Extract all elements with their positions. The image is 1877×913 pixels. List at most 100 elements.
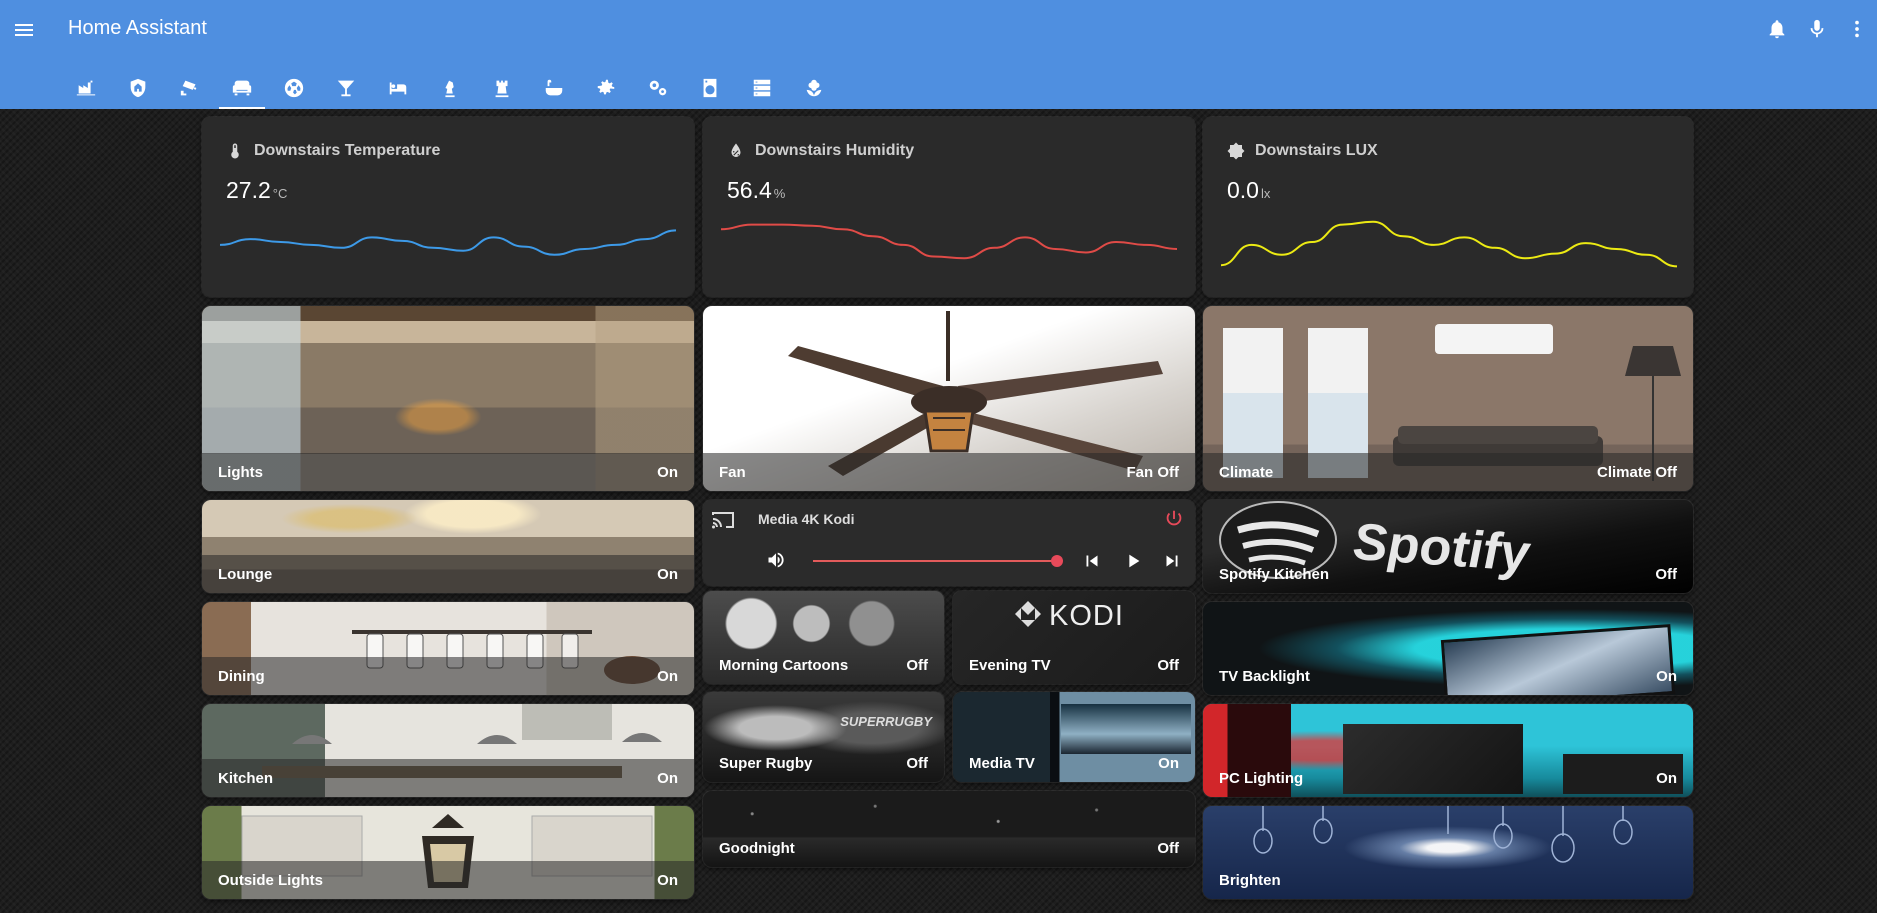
card-state: On: [657, 769, 678, 787]
sparkline-path: [1221, 220, 1677, 268]
card-lights[interactable]: Lights On: [202, 306, 694, 491]
card-spotify-kitchen[interactable]: Spotify Spotify Kitchen Off: [1203, 500, 1693, 593]
play-icon[interactable]: [1122, 550, 1144, 572]
app-title: Home Assistant: [68, 17, 207, 39]
card-state: Off: [1157, 656, 1179, 674]
tab-system[interactable]: [632, 66, 684, 109]
view-tabs: [60, 66, 840, 109]
water-percent-icon: [731, 143, 741, 157]
sensor-card-humidity[interactable]: Downstairs Humidity 56.4%: [703, 117, 1195, 297]
card-name: TV Backlight: [1219, 667, 1310, 685]
card-pc-lighting[interactable]: PC Lighting On: [1203, 704, 1693, 797]
menu-icon[interactable]: [12, 18, 36, 42]
media-player-card[interactable]: Media 4K Kodi: [703, 500, 1195, 586]
card-name: Lounge: [218, 565, 273, 583]
sparkline-path: [220, 229, 676, 256]
card-goodnight[interactable]: Goodnight Off: [703, 791, 1195, 867]
washing-machine-icon: [703, 78, 717, 97]
app-header: Home Assistant: [0, 0, 1877, 109]
card-name: Kitchen: [218, 769, 274, 787]
tab-games[interactable]: [424, 66, 476, 109]
sofa-icon: [232, 80, 252, 95]
tab-lounge[interactable]: [216, 66, 268, 109]
microphone-icon[interactable]: [1805, 16, 1829, 42]
flower-icon: [806, 79, 822, 96]
card-fan[interactable]: Fan Fan Off: [703, 306, 1195, 491]
rugby-brand-text: SUPERRUGBY: [840, 714, 932, 729]
volume-icon[interactable]: [765, 550, 787, 570]
skip-previous-icon[interactable]: [1081, 550, 1103, 572]
cogs-icon: [649, 80, 667, 95]
card-state: On: [657, 463, 678, 481]
card-name: Media TV: [969, 754, 1035, 772]
sensor-card-lux[interactable]: Downstairs LUX 0.0 lx: [1203, 117, 1693, 297]
cast-icon[interactable]: [711, 510, 735, 530]
sensor-value: 27.2: [226, 177, 271, 203]
tab-bedroom[interactable]: [372, 66, 424, 109]
tab-settings[interactable]: [580, 66, 632, 109]
tab-laundry[interactable]: [684, 66, 736, 109]
card-evening-tv[interactable]: KODI Evening TV Off: [953, 591, 1195, 684]
card-climate[interactable]: Climate Climate Off: [1203, 306, 1693, 491]
card-state: On: [657, 871, 678, 889]
card-morning-cartoons[interactable]: Morning Cartoons Off: [703, 591, 944, 684]
sensor-unit: lx: [1260, 186, 1271, 201]
card-state: On: [1158, 754, 1179, 772]
card-state: Off: [906, 754, 928, 772]
card-name: Outside Lights: [218, 871, 323, 889]
overflow-menu-icon[interactable]: [1845, 16, 1869, 42]
tab-bar[interactable]: [320, 66, 372, 109]
temperature-sparkline: [220, 229, 676, 256]
card-brighten[interactable]: Brighten: [1203, 806, 1693, 899]
volume-slider[interactable]: [813, 555, 1063, 567]
sensor-unit: °C: [272, 186, 288, 201]
volume-slider-knob[interactable]: [1050, 555, 1063, 567]
card-name: Morning Cartoons: [719, 656, 849, 674]
card-media-tv[interactable]: Media TV On: [953, 692, 1195, 782]
card-name: Dining: [218, 667, 265, 685]
power-icon[interactable]: [1163, 508, 1185, 530]
card-state: On: [657, 565, 678, 583]
card-state: Climate Off: [1596, 463, 1677, 481]
sensor-name: Downstairs LUX: [1255, 142, 1378, 159]
notifications-bell-icon[interactable]: [1765, 16, 1789, 42]
shield-home-icon: [130, 78, 146, 97]
bathtub-icon: [545, 79, 563, 95]
card-state: On: [657, 667, 678, 685]
tab-bathroom[interactable]: [528, 66, 580, 109]
card-name: Brighten: [1219, 871, 1281, 889]
card-kitchen[interactable]: Kitchen On: [202, 704, 694, 797]
server-icon: [753, 79, 771, 96]
card-name: Spotify Kitchen: [1219, 565, 1330, 583]
chess-knight-icon: [445, 80, 455, 97]
card-super-rugby[interactable]: SUPERRUGBY Super Rugby Off: [703, 692, 944, 782]
thermometer-icon: [231, 143, 239, 159]
cocktail-icon: [337, 80, 355, 96]
factory-icon: [76, 80, 96, 95]
tab-server[interactable]: [736, 66, 788, 109]
sensor-card-temperature[interactable]: Downstairs Temperature 27.2 °C: [202, 117, 694, 297]
card-lounge[interactable]: Lounge On: [202, 500, 694, 593]
card-state: On: [1656, 667, 1677, 685]
tab-cameras[interactable]: [164, 66, 216, 109]
sensor-name: Downstairs Temperature: [254, 142, 441, 159]
card-outside-lights[interactable]: Outside Lights On: [202, 806, 694, 899]
card-state: Off: [1157, 839, 1179, 857]
tab-sport[interactable]: [268, 66, 320, 109]
card-state: Off: [1655, 565, 1677, 583]
lux-sparkline: [1221, 220, 1677, 268]
skip-next-icon[interactable]: [1161, 550, 1183, 572]
cog-icon: [597, 79, 615, 94]
bed-icon: [389, 82, 407, 94]
tab-security[interactable]: [112, 66, 164, 109]
card-tv-backlight[interactable]: TV Backlight On: [1203, 602, 1693, 695]
tab-factory[interactable]: [60, 66, 112, 109]
kodi-brand-text: KODI: [1049, 600, 1124, 632]
tab-garden[interactable]: [788, 66, 840, 109]
card-dining[interactable]: Dining On: [202, 602, 694, 695]
media-name: Media 4K Kodi: [758, 511, 855, 527]
card-state: Fan Off: [1126, 463, 1180, 481]
sparkline-path: [721, 223, 1177, 260]
tab-castle[interactable]: [476, 66, 528, 109]
kodi-logo-icon: [1015, 601, 1041, 627]
